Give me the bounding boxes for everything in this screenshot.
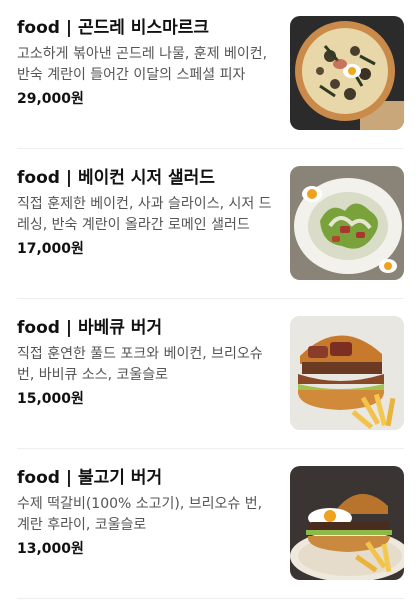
menu-item-price: 15,000원: [17, 391, 84, 407]
menu-item-info: food | 곤드레 비스마르크 고소하게 볶아낸 곤드레 나물, 훈제 베이컨…: [17, 16, 275, 110]
menu-item-price: 13,000원: [17, 541, 84, 557]
menu-list: food | 곤드레 비스마르크 고소하게 볶아낸 곤드레 나물, 훈제 베이컨…: [0, 0, 420, 601]
divider: [17, 598, 404, 599]
menu-item-title: food | 베이컨 시저 샐러드: [17, 168, 215, 188]
menu-item-description: 고소하게 볶아낸 곤드레 나물, 훈제 베이컨, 반숙 계란이 들어간 이달의 …: [17, 46, 268, 83]
menu-item-description: 수제 떡갈비(100% 소고기), 브리오슈 번, 계란 후라이, 코울슬로: [17, 496, 263, 533]
pizza-image: [290, 16, 404, 130]
menu-item-price: 29,000원: [17, 91, 84, 107]
divider: [17, 448, 404, 449]
menu-item-title: food | 바베큐 버거: [17, 318, 163, 338]
burger-photo[interactable]: [290, 316, 404, 430]
menu-item[interactable]: food | 불고기 버거 수제 떡갈비(100% 소고기), 브리오슈 번, …: [0, 450, 420, 600]
pizza-photo[interactable]: [290, 16, 404, 130]
menu-item[interactable]: food | 곤드레 비스마르크 고소하게 볶아낸 곤드레 나물, 훈제 베이컨…: [0, 0, 420, 150]
burger-photo[interactable]: [290, 466, 404, 580]
menu-item-description: 직접 훈제한 베이컨, 사과 슬라이스, 시저 드레싱, 반숙 계란이 올라간 …: [17, 196, 272, 233]
menu-item[interactable]: food | 바베큐 버거 직접 훈연한 풀드 포크와 베이컨, 브리오슈 번,…: [0, 300, 420, 450]
salad-image: [290, 166, 404, 280]
menu-item-description: 직접 훈연한 풀드 포크와 베이컨, 브리오슈 번, 바비큐 소스, 코울슬로: [17, 346, 263, 383]
menu-item-title: food | 곤드레 비스마르크: [17, 18, 210, 38]
divider: [17, 148, 404, 149]
salad-photo[interactable]: [290, 166, 404, 280]
menu-item-title: food | 불고기 버거: [17, 468, 163, 488]
bulgogi-burger-image: [290, 466, 404, 580]
bbq-burger-image: [290, 316, 404, 430]
menu-item-info: food | 베이컨 시저 샐러드 직접 훈제한 베이컨, 사과 슬라이스, 시…: [17, 166, 275, 260]
menu-item[interactable]: food | 베이컨 시저 샐러드 직접 훈제한 베이컨, 사과 슬라이스, 시…: [0, 150, 420, 300]
menu-item-price: 17,000원: [17, 241, 84, 257]
menu-item-info: food | 불고기 버거 수제 떡갈비(100% 소고기), 브리오슈 번, …: [17, 466, 275, 560]
divider: [17, 298, 404, 299]
menu-item-info: food | 바베큐 버거 직접 훈연한 풀드 포크와 베이컨, 브리오슈 번,…: [17, 316, 275, 410]
